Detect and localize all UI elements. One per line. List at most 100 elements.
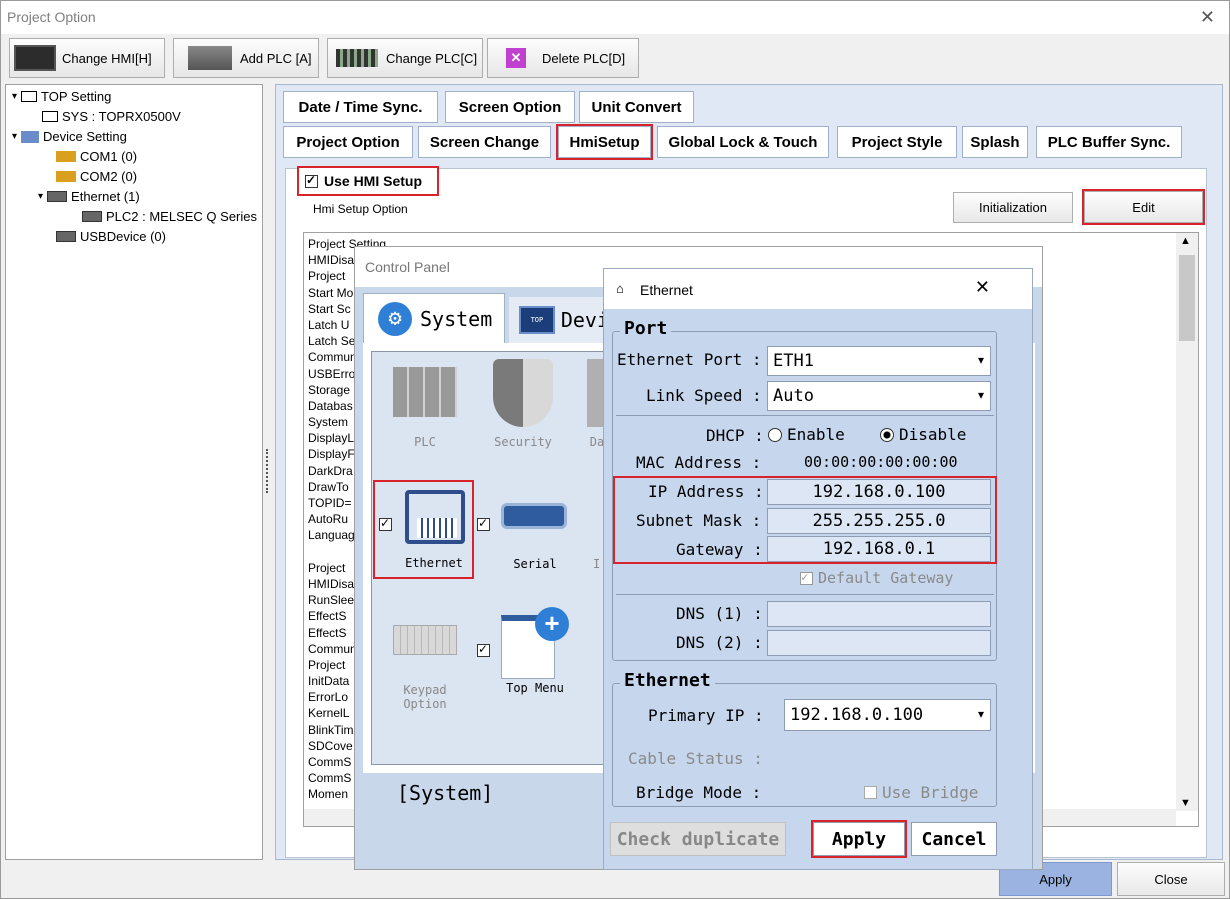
use-bridge-checkbox[interactable]: Use Bridge [864, 783, 978, 802]
gateway-label: Gateway : [676, 540, 763, 559]
tab-screen-change[interactable]: Screen Change [418, 126, 551, 158]
edit-button[interactable]: Edit [1082, 189, 1205, 225]
add-plc-button[interactable]: Add PLC [A] [173, 38, 319, 78]
keypad-option-item[interactable]: Keypad Option [385, 619, 465, 715]
add-plc-label: Add PLC [A] [240, 50, 312, 66]
plc-icon [188, 46, 232, 70]
use-hmi-setup-checkbox[interactable]: Use HMI Setup [297, 166, 439, 196]
serial-checkbox[interactable] [477, 516, 490, 531]
chevron-down-icon: ▾ [12, 91, 18, 102]
apply-button[interactable]: Apply [811, 820, 907, 858]
link-speed-label: Link Speed : [646, 386, 762, 405]
primary-ip-value: 192.168.0.100 [790, 705, 924, 725]
tree-item-device-setting[interactable]: ▾ Device Setting [12, 129, 127, 144]
tab-project-style[interactable]: Project Style [837, 126, 957, 158]
tree-label: PLC2 : MELSEC Q Series [106, 209, 257, 224]
dns2-label: DNS (2) : [676, 633, 763, 652]
initialization-button[interactable]: Initialization [953, 192, 1073, 223]
check-duplicate-button[interactable]: Check duplicate [610, 822, 786, 856]
change-plc-label: Change PLC[C] [386, 50, 478, 66]
dns1-field[interactable] [767, 601, 991, 627]
tab-date-time-sync[interactable]: Date / Time Sync. [283, 91, 438, 123]
ip-address-field[interactable]: 192.168.0.100 [767, 479, 991, 505]
tab-unit-convert[interactable]: Unit Convert [579, 91, 694, 123]
default-gateway-checkbox[interactable]: Default Gateway [800, 569, 953, 587]
tab-global-lock-touch[interactable]: Global Lock & Touch [657, 126, 829, 158]
ip-address-label: IP Address : [648, 482, 764, 501]
scrollbar-thumb[interactable] [1179, 255, 1195, 341]
delete-icon: ✕ [506, 48, 526, 68]
tree-label: COM1 (0) [80, 149, 138, 164]
gear-icon: ⚙ [378, 301, 412, 336]
ethernet-dialog: ⌂ Ethernet ✕ Port Ethernet Port : ETH1 ▼ … [603, 268, 1033, 870]
network-icon [21, 130, 40, 143]
tab-splash[interactable]: Splash [962, 126, 1028, 158]
checkbox-unchecked-icon [864, 786, 877, 799]
checkbox-checked-icon [305, 173, 318, 188]
ethernet-port-label: Ethernet Port : [617, 350, 762, 369]
serial-port-icon [56, 151, 76, 162]
security-item[interactable]: Security [483, 359, 563, 451]
top-menu-checkbox[interactable] [477, 642, 490, 657]
use-bridge-label: Use Bridge [882, 783, 979, 802]
gateway-field[interactable]: 192.168.0.1 [767, 536, 991, 562]
mac-address-value: 00:00:00:00:00:00 [804, 453, 958, 471]
tab-screen-option[interactable]: Screen Option [445, 91, 575, 123]
dns2-field[interactable] [767, 630, 991, 656]
primary-ip-label: Primary IP : [648, 706, 764, 725]
tree-item-ethernet[interactable]: ▾ Ethernet (1) [38, 189, 140, 204]
plc-module-icon [393, 367, 457, 417]
primary-ip-select[interactable]: 192.168.0.100 ▼ [784, 699, 991, 731]
plc-item[interactable]: PLC [385, 359, 465, 451]
scroll-down-icon[interactable]: ▼ [1180, 797, 1191, 809]
serial-item[interactable]: Serial [477, 497, 577, 577]
change-hmi-button[interactable]: Change HMI[H] [9, 38, 165, 78]
link-speed-select[interactable]: Auto ▼ [767, 381, 991, 411]
monitor-icon [21, 91, 38, 102]
close-button[interactable]: Close [1117, 862, 1225, 896]
tab-device[interactable]: TOP Devi [509, 297, 609, 343]
plc-change-icon [336, 49, 378, 67]
scroll-up-icon[interactable]: ▲ [1180, 235, 1191, 247]
hmi-setup-option-label: Hmi Setup Option [313, 202, 408, 216]
tree-item-top-setting[interactable]: ▾ TOP Setting [12, 89, 111, 104]
shield-icon [493, 359, 553, 427]
tree-item-com1[interactable]: COM1 (0) [56, 149, 137, 164]
keyboard-icon [393, 625, 457, 655]
tree-label: USBDevice (0) [80, 229, 166, 244]
change-plc-button[interactable]: Change PLC[C] [327, 38, 483, 78]
default-gateway-label: Default Gateway [818, 569, 954, 587]
ethernet-checkbox[interactable] [379, 516, 392, 531]
cable-status-label: Cable Status : [628, 749, 763, 768]
tree-item-plc2[interactable]: PLC2 : MELSEC Q Series [82, 209, 257, 224]
use-hmi-setup-label: Use HMI Setup [324, 173, 423, 189]
subnet-mask-label: Subnet Mask : [636, 511, 762, 530]
close-icon[interactable]: ✕ [1200, 7, 1215, 28]
home-icon: ⌂ [616, 282, 624, 297]
checkbox-checked-icon [800, 570, 813, 585]
dhcp-enable-radio[interactable]: Enable [768, 425, 845, 444]
radio-unchecked-icon [768, 427, 782, 442]
close-icon[interactable]: ✕ [975, 277, 990, 298]
splitter-handle[interactable] [266, 449, 269, 493]
cancel-button[interactable]: Cancel [911, 822, 997, 856]
plc-device-icon [82, 211, 102, 222]
tree-item-sys[interactable]: SYS : TOPRX0500V [42, 109, 181, 124]
tab-device-label: Devi [560, 308, 609, 332]
tree-item-com2[interactable]: COM2 (0) [56, 169, 137, 184]
divider [616, 594, 994, 595]
ethernet-item[interactable]: Ethernet [373, 480, 474, 579]
list-scrollbar[interactable]: ▲ ▼ [1176, 233, 1198, 811]
tree-label: Ethernet (1) [71, 189, 140, 204]
tab-plc-buffer-sync[interactable]: PLC Buffer Sync. [1036, 126, 1182, 158]
subnet-mask-field[interactable]: 255.255.255.0 [767, 508, 991, 534]
tab-project-option[interactable]: Project Option [283, 126, 413, 158]
tree-label: COM2 (0) [80, 169, 138, 184]
tab-hmisetup[interactable]: HmiSetup [556, 124, 653, 160]
ethernet-port-select[interactable]: ETH1 ▼ [767, 346, 991, 376]
top-menu-item[interactable]: + Top Menu [477, 607, 577, 699]
tab-system[interactable]: ⚙ System [363, 293, 505, 343]
tree-item-usbdevice[interactable]: USBDevice (0) [56, 229, 166, 244]
delete-plc-button[interactable]: ✕ Delete PLC[D] [487, 38, 639, 78]
dhcp-disable-radio[interactable]: Disable [880, 425, 966, 444]
